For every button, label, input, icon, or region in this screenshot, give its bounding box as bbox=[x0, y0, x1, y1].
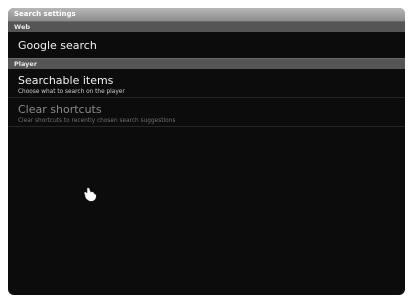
searchable-items-title: Searchable items bbox=[18, 74, 114, 87]
hand-cursor-icon bbox=[83, 187, 97, 202]
clear-shortcuts-title: Clear shortcuts bbox=[18, 103, 102, 116]
clear-shortcuts-item: Clear shortcuts Clear shortcuts to recen… bbox=[8, 98, 405, 126]
clear-shortcuts-summary: Clear shortcuts to recently chosen searc… bbox=[18, 118, 176, 124]
window-title: Search settings bbox=[8, 8, 405, 21]
list-divider bbox=[8, 126, 405, 127]
section-header-web: Web bbox=[8, 21, 405, 32]
searchable-items-summary: Choose what to search on the player bbox=[18, 89, 125, 95]
section-header-player: Player bbox=[8, 58, 405, 69]
device-frame: Search settings Web Google search Player… bbox=[0, 0, 411, 298]
searchable-items-item[interactable]: Searchable items Choose what to search o… bbox=[8, 69, 405, 97]
settings-screen: Search settings Web Google search Player… bbox=[8, 8, 405, 295]
google-search-item[interactable]: Google search bbox=[8, 32, 405, 58]
google-search-title: Google search bbox=[18, 39, 97, 52]
